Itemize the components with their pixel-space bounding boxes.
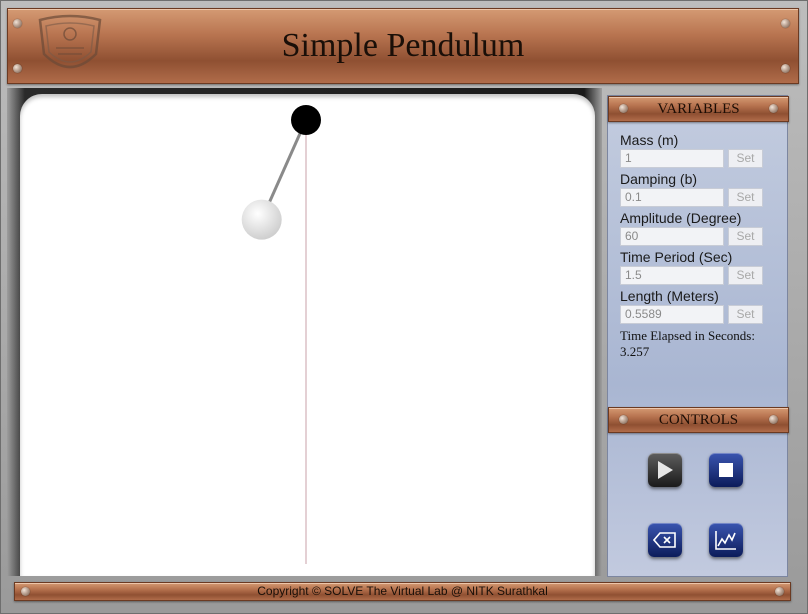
time-period-field: Time Period (Sec) 1.5 Set xyxy=(620,248,763,287)
screw-icon xyxy=(619,415,628,424)
screw-icon xyxy=(13,64,22,73)
simulation-canvas xyxy=(20,94,595,576)
clear-icon xyxy=(653,532,676,548)
time-elapsed-value: 3.257 xyxy=(620,344,650,359)
amplitude-field: Amplitude (Degree) 60 Set xyxy=(620,209,763,248)
play-icon xyxy=(658,461,673,479)
length-label: Length (Meters) xyxy=(620,288,719,304)
app-title: Simple Pendulum xyxy=(281,27,525,64)
length-input[interactable]: 0.5589 xyxy=(620,305,724,324)
variables-header: VARIABLES xyxy=(608,96,789,122)
amplitude-input[interactable]: 60 xyxy=(620,227,724,246)
clear-button[interactable] xyxy=(648,523,682,557)
graph-icon xyxy=(715,531,736,550)
footer-plate: Copyright © SOLVE The Virtual Lab @ NITK… xyxy=(14,582,791,601)
time-period-label: Time Period (Sec) xyxy=(620,249,733,265)
pendulum-svg xyxy=(241,105,321,564)
mass-input[interactable]: 1 xyxy=(620,149,724,168)
pendulum-pivot xyxy=(291,105,321,135)
screw-icon xyxy=(781,64,790,73)
play-button[interactable] xyxy=(648,453,682,487)
length-set-button[interactable]: Set xyxy=(728,305,763,324)
screw-icon xyxy=(619,104,628,113)
amplitude-set-button[interactable]: Set xyxy=(728,227,763,246)
amplitude-label: Amplitude (Degree) xyxy=(620,210,742,226)
time-period-set-button[interactable]: Set xyxy=(728,266,763,285)
mass-field: Mass (m) 1 Set xyxy=(620,131,763,170)
variables-header-label: VARIABLES xyxy=(657,101,740,117)
time-period-input[interactable]: 1.5 xyxy=(620,266,724,285)
time-elapsed: Time Elapsed in Seconds: 3.257 xyxy=(620,328,780,360)
controls-header-label: CONTROLS xyxy=(658,412,739,428)
stop-icon xyxy=(719,463,733,477)
stop-button[interactable] xyxy=(709,453,743,487)
screw-icon xyxy=(769,104,778,113)
time-elapsed-label: Time Elapsed in Seconds: xyxy=(620,328,755,343)
copyright-text: Copyright © SOLVE The Virtual Lab @ NITK… xyxy=(257,584,548,598)
damping-input[interactable]: 0.1 xyxy=(620,188,724,207)
controls-header: CONTROLS xyxy=(608,407,789,433)
length-field: Length (Meters) 0.5589 Set xyxy=(620,287,763,326)
damping-field: Damping (b) 0.1 Set xyxy=(620,170,763,209)
mass-label: Mass (m) xyxy=(620,132,679,148)
right-panel: VARIABLES Mass (m) 1 Set Damping (b) 0.1… xyxy=(607,95,789,577)
mass-set-button[interactable]: Set xyxy=(728,149,763,168)
screw-icon xyxy=(769,415,778,424)
damping-set-button[interactable]: Set xyxy=(728,188,763,207)
damping-label: Damping (b) xyxy=(620,171,698,187)
pendulum-bob[interactable] xyxy=(241,199,282,240)
header-plate: Simple Pendulum xyxy=(7,8,799,84)
graph-button[interactable] xyxy=(709,523,743,557)
